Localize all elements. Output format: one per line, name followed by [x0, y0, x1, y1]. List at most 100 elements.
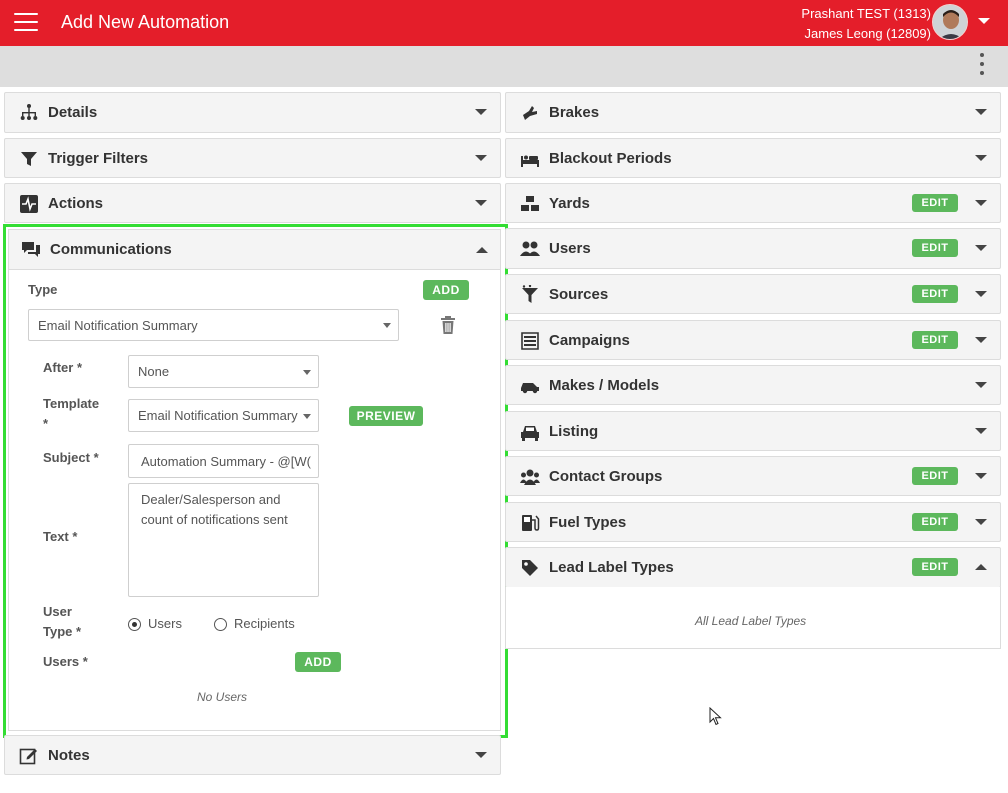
comments-icon	[22, 242, 40, 257]
chevron-down-icon[interactable]	[975, 428, 987, 434]
campaigns-icon	[521, 332, 539, 350]
panel-title: Contact Groups	[549, 467, 663, 485]
user-type-label: User	[43, 604, 72, 619]
more-vert-icon[interactable]	[978, 53, 986, 79]
chevron-down-icon[interactable]	[475, 200, 487, 206]
panel-title: Sources	[549, 285, 609, 303]
panel-lead-label-types[interactable]: Lead Label Types EDIT	[505, 547, 1001, 588]
add-users-button[interactable]: ADD	[295, 652, 341, 672]
panel-title: Makes / Models	[549, 376, 660, 394]
panel-title: Lead Label Types	[549, 559, 674, 576]
panel-title: Trigger Filters	[48, 149, 149, 167]
panel-campaigns[interactable]: Campaigns EDIT	[505, 320, 1001, 360]
panel-blackout-periods[interactable]: Blackout Periods	[505, 138, 1001, 178]
user-type-option-users[interactable]: Users	[148, 616, 182, 631]
user-type-label-line2: Type *	[43, 624, 82, 639]
text-label: Text *	[43, 529, 78, 544]
avatar[interactable]	[932, 4, 968, 40]
panel-title: Brakes	[549, 104, 600, 121]
chevron-down-icon[interactable]	[475, 109, 487, 115]
edit-campaigns-button[interactable]: EDIT	[912, 331, 958, 349]
tag-icon	[522, 560, 538, 576]
template-select[interactable]: Email Notification Summary	[128, 399, 319, 432]
subject-input[interactable]: Automation Summary - @[W(	[128, 444, 319, 478]
edit-users-button[interactable]: EDIT	[912, 239, 958, 257]
caret-down-icon	[303, 369, 311, 375]
panel-title: Listing	[549, 422, 599, 440]
edit-contact-groups-button[interactable]: EDIT	[912, 467, 958, 485]
chevron-down-icon[interactable]	[975, 337, 987, 343]
panel-yards[interactable]: Yards EDIT	[505, 183, 1001, 223]
trash-icon[interactable]	[440, 316, 456, 335]
type-select[interactable]: Email Notification Summary	[28, 309, 399, 341]
preview-button[interactable]: PREVIEW	[349, 406, 423, 426]
type-select-value: Email Notification Summary	[38, 317, 198, 333]
panel-details[interactable]: Details	[4, 92, 501, 133]
sitemap-icon	[20, 104, 38, 120]
edit-note-icon	[19, 748, 37, 765]
mouse-cursor-icon	[709, 707, 722, 726]
chevron-down-icon[interactable]	[475, 752, 487, 758]
chevron-down-icon[interactable]	[975, 519, 987, 525]
panel-listing[interactable]: Listing	[505, 411, 1001, 451]
page-title: Add New Automation	[61, 12, 230, 32]
panel-makes-models[interactable]: Makes / Models	[505, 365, 1001, 405]
caret-down-icon	[383, 323, 391, 328]
template-select-value: Email Notification Summary	[138, 408, 298, 423]
edit-fuel-types-button[interactable]: EDIT	[912, 513, 958, 531]
edit-sources-button[interactable]: EDIT	[912, 285, 958, 303]
chevron-down-icon[interactable]	[975, 473, 987, 479]
chevron-up-icon[interactable]	[975, 564, 987, 570]
chevron-down-icon[interactable]	[978, 18, 990, 24]
user-line-2: James Leong (12809)	[804, 26, 931, 41]
panel-sources[interactable]: Sources EDIT	[505, 274, 1001, 314]
panel-title: Blackout Periods	[549, 149, 672, 167]
type-label: Type	[28, 282, 58, 297]
panel-contact-groups[interactable]: Contact Groups EDIT	[505, 456, 1001, 496]
users-label: Users *	[43, 654, 88, 669]
after-select[interactable]: None	[128, 355, 319, 388]
panel-trigger-filters[interactable]: Trigger Filters	[4, 138, 501, 178]
chevron-down-icon[interactable]	[975, 382, 987, 388]
chevron-down-icon[interactable]	[975, 200, 987, 206]
chevron-down-icon[interactable]	[975, 109, 987, 115]
chevron-down-icon[interactable]	[975, 155, 987, 161]
caret-down-icon	[303, 413, 311, 419]
edit-yards-button[interactable]: EDIT	[912, 194, 958, 212]
panel-title: Notes	[48, 746, 90, 764]
panel-title: Fuel Types	[549, 513, 627, 531]
car-icon	[521, 383, 539, 394]
menu-icon[interactable]	[14, 13, 38, 31]
brakes-icon	[523, 106, 537, 120]
panel-fuel-types[interactable]: Fuel Types EDIT	[505, 502, 1001, 542]
all-lead-label-types-text: All Lead Label Types	[695, 614, 807, 628]
subject-label: Subject *	[43, 450, 99, 465]
edit-lead-label-types-button[interactable]: EDIT	[912, 558, 958, 576]
panel-notes[interactable]: Notes	[4, 735, 501, 775]
user-type-radio-users[interactable]	[128, 618, 141, 631]
text-textarea[interactable]: Dealer/Salesperson and count of notifica…	[128, 483, 319, 597]
chevron-down-icon[interactable]	[975, 245, 987, 251]
no-users-text: No Users	[197, 690, 248, 704]
chevron-up-icon[interactable]	[476, 247, 488, 253]
panel-actions[interactable]: Actions	[4, 183, 501, 223]
bed-icon	[521, 155, 539, 167]
funnel-icon	[522, 285, 538, 303]
panel-title: Yards	[549, 194, 590, 212]
filter-icon	[21, 152, 37, 166]
users-icon	[520, 241, 540, 256]
lead-label-types-body: All Lead Label Types	[505, 587, 1001, 649]
group-icon	[520, 469, 540, 485]
chevron-down-icon[interactable]	[475, 155, 487, 161]
user-type-radio-recipients[interactable]	[214, 618, 227, 631]
panel-users[interactable]: Users EDIT	[505, 228, 1001, 269]
user-type-option-recipients[interactable]: Recipients	[234, 616, 295, 631]
chevron-down-icon[interactable]	[975, 291, 987, 297]
user-info[interactable]: Prashant TEST (1313) James Leong (12809)	[801, 4, 931, 44]
user-line-1: Prashant TEST (1313)	[801, 6, 931, 21]
panel-title: Details	[48, 104, 98, 121]
fuel-icon	[522, 515, 540, 531]
panel-brakes[interactable]: Brakes	[505, 92, 1001, 133]
communications-header[interactable]: Communications	[9, 230, 500, 270]
add-type-button[interactable]: ADD	[423, 280, 469, 300]
